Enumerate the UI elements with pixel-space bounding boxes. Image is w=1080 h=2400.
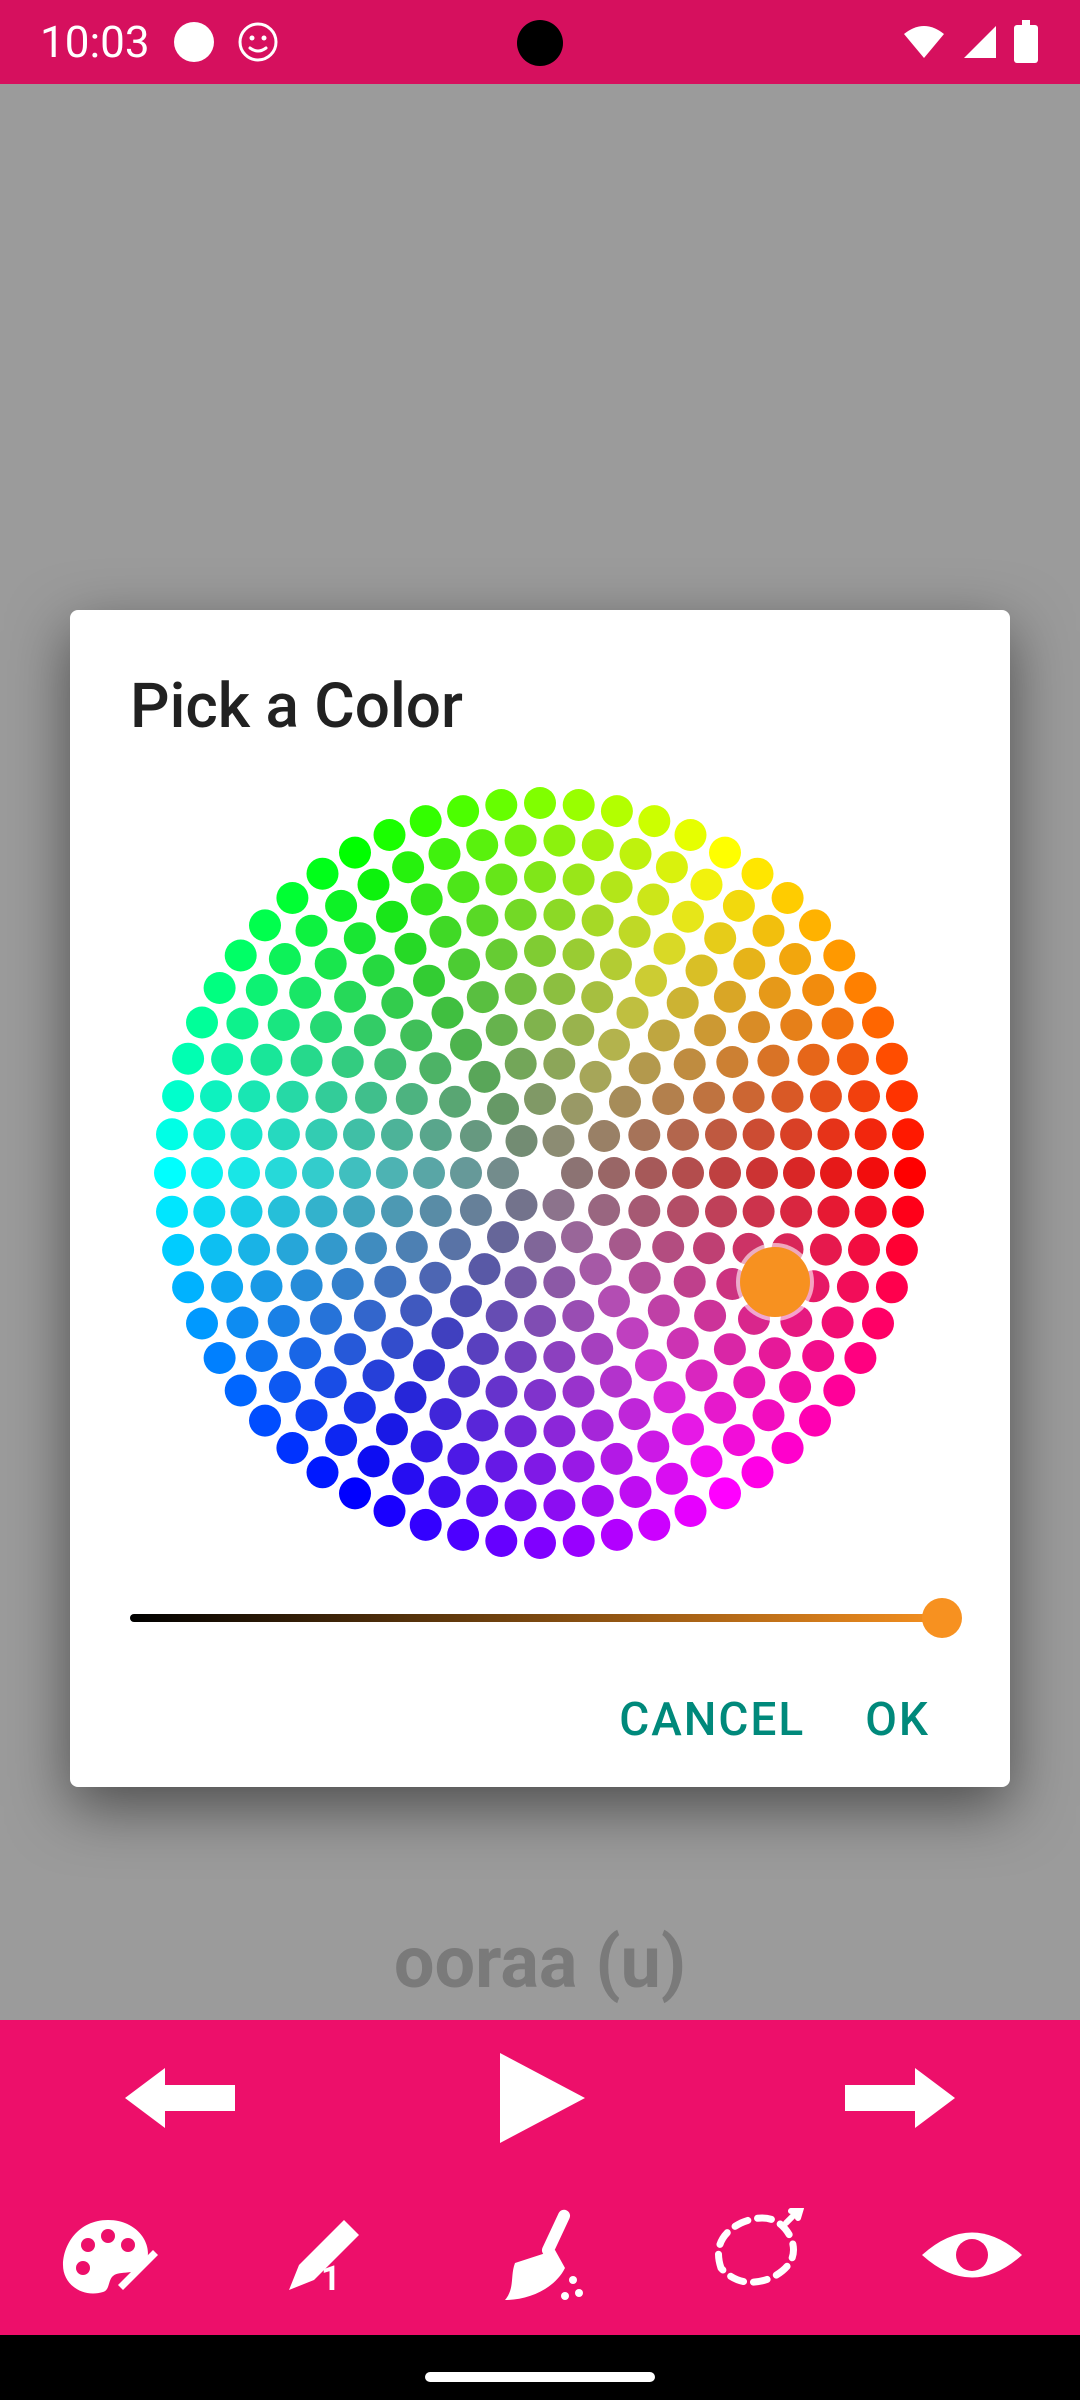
device-frame: 10:03 ooraa (u) <box>0 0 1080 2400</box>
cancel-button[interactable]: CANCEL <box>619 1693 805 1747</box>
brightness-track <box>130 1614 950 1622</box>
color-wheel-svg <box>150 783 930 1563</box>
dialog-button-row: CANCEL OK <box>130 1693 950 1747</box>
ok-button[interactable]: OK <box>865 1693 930 1747</box>
color-picker-dialog: Pick a Color CANCEL OK <box>70 610 1010 1787</box>
navigation-pill[interactable] <box>425 2372 655 2382</box>
brightness-slider[interactable] <box>130 1603 950 1633</box>
brightness-thumb[interactable] <box>922 1598 962 1638</box>
color-wheel-selector[interactable] <box>740 1247 810 1317</box>
dialog-title: Pick a Color <box>130 670 950 743</box>
color-wheel[interactable] <box>150 783 930 1563</box>
